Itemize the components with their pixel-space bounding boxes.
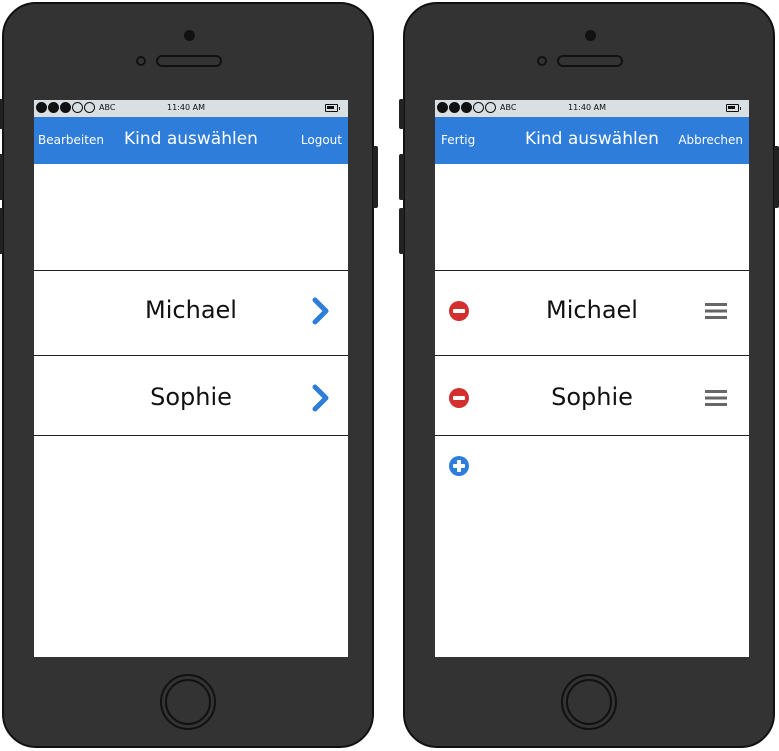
drag-handle-icon[interactable] <box>705 303 727 319</box>
earpiece-speaker <box>156 55 222 67</box>
nav-bar: Fertig Kind auswählen Abbrechen <box>435 117 749 164</box>
nav-bar: Bearbeiten Kind auswählen Logout <box>34 117 348 164</box>
signal-strength-icon <box>36 102 96 113</box>
earpiece-speaker <box>557 55 623 67</box>
mute-switch <box>399 99 404 129</box>
chevron-right-icon <box>312 297 329 325</box>
status-time: 11:40 AM <box>568 103 606 112</box>
chevron-right-icon <box>312 384 329 412</box>
home-button[interactable] <box>561 674 617 730</box>
status-time: 11:40 AM <box>167 103 205 112</box>
phone-frame-right: ABC 11:40 AM Fertig Kind auswählen Abbre… <box>399 2 779 748</box>
child-row-sophie: Sophie <box>435 359 749 443</box>
carrier-label: ABC <box>99 103 116 112</box>
screen-child-list-edit: ABC 11:40 AM Fertig Kind auswählen Abbre… <box>435 100 749 657</box>
front-camera <box>184 30 195 41</box>
volume-down-button <box>399 208 404 254</box>
volume-up-button <box>399 154 404 200</box>
row-divider <box>435 270 749 271</box>
drag-handle-icon[interactable] <box>705 390 727 406</box>
proximity-sensor <box>537 56 547 66</box>
row-divider <box>34 270 348 271</box>
cancel-button[interactable]: Abbrechen <box>678 133 743 147</box>
child-name: Michael <box>145 296 237 324</box>
signal-strength-icon <box>437 102 497 113</box>
row-divider <box>435 355 749 356</box>
child-name: Sophie <box>150 383 232 411</box>
child-row-sophie[interactable]: Sophie <box>34 359 348 443</box>
phone-frame-left: ABC 11:40 AM Bearbeiten Kind auswählen L… <box>0 2 378 748</box>
power-button <box>373 146 378 208</box>
power-button <box>774 146 779 208</box>
row-divider <box>34 435 348 436</box>
screen-child-list: ABC 11:40 AM Bearbeiten Kind auswählen L… <box>34 100 348 657</box>
row-divider <box>435 435 749 436</box>
child-row-michael[interactable]: Michael <box>34 272 348 356</box>
status-bar: ABC 11:40 AM <box>435 100 749 117</box>
carrier-label: ABC <box>500 103 517 112</box>
front-camera <box>585 30 596 41</box>
volume-down-button <box>0 208 3 254</box>
status-bar: ABC 11:40 AM <box>34 100 348 117</box>
proximity-sensor <box>136 56 146 66</box>
battery-icon <box>726 104 741 112</box>
home-button[interactable] <box>160 674 216 730</box>
logout-button[interactable]: Logout <box>301 133 342 147</box>
child-row-michael: Michael <box>435 272 749 356</box>
row-divider <box>34 355 348 356</box>
mute-switch <box>0 99 3 129</box>
volume-up-button <box>0 154 3 200</box>
child-name: Sophie <box>551 383 633 411</box>
add-circle-icon[interactable] <box>449 456 469 476</box>
child-name: Michael <box>546 296 638 324</box>
battery-icon <box>325 104 340 112</box>
